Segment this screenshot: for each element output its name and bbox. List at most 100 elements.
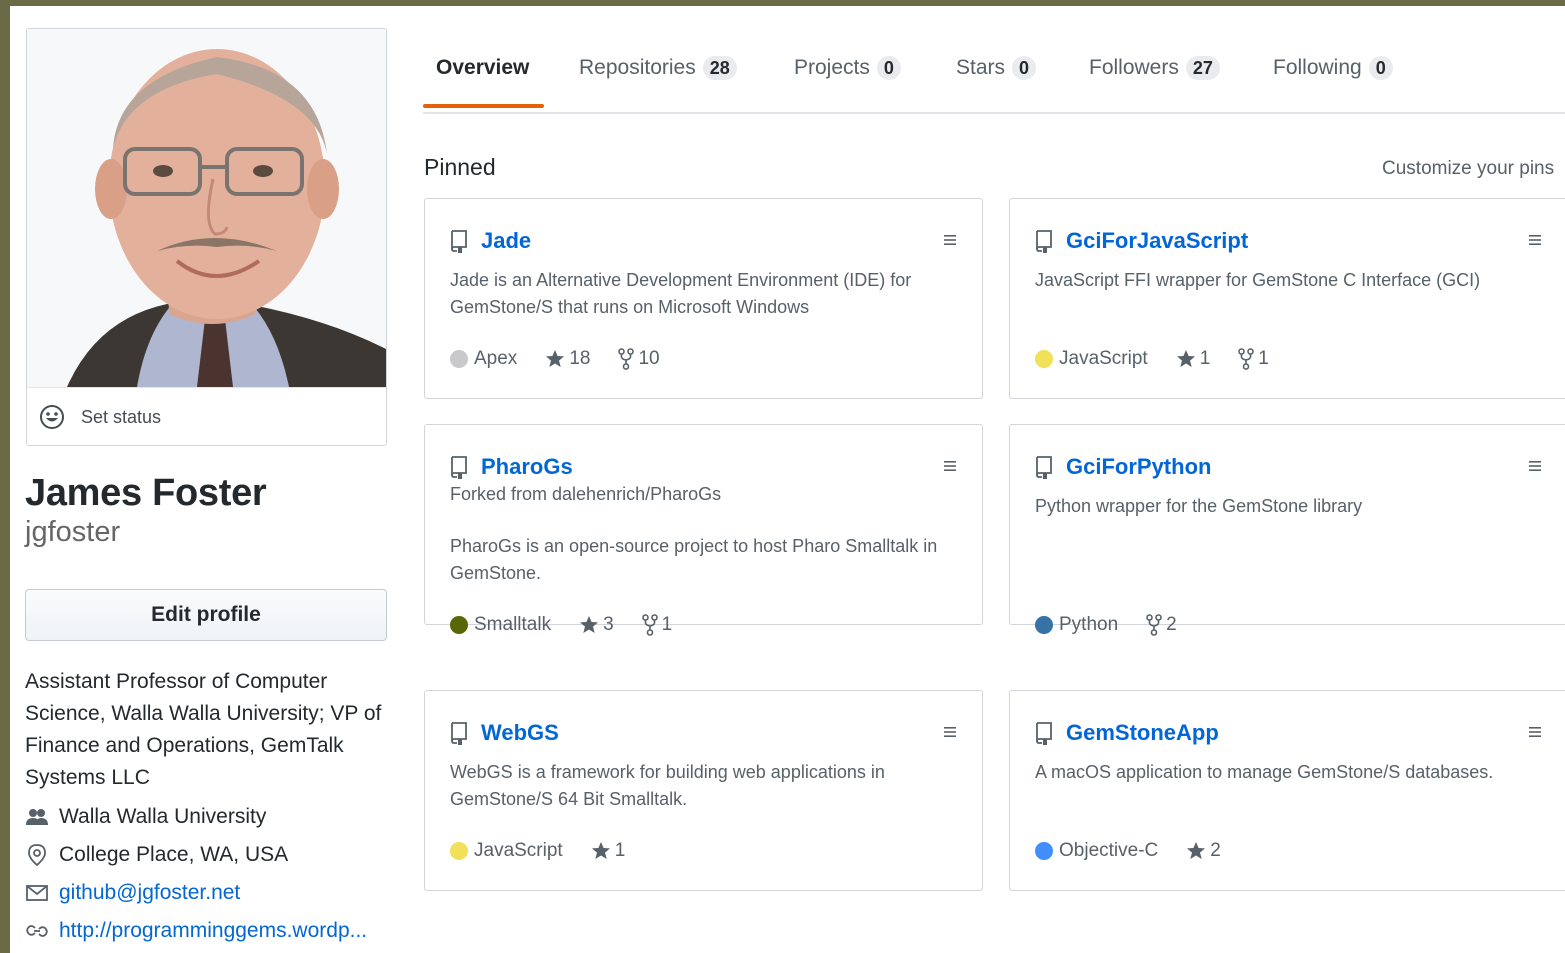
- repo-name-link[interactable]: PharoGs: [481, 454, 573, 480]
- fork-count: 1: [1258, 348, 1269, 369]
- star-icon: [591, 842, 610, 859]
- repo-name-link[interactable]: GciForPython: [1066, 454, 1211, 480]
- edit-profile-button[interactable]: Edit profile: [25, 589, 387, 641]
- repo-language: Apex: [474, 348, 518, 369]
- language-color-dot: [1035, 350, 1053, 368]
- fork-icon: [1238, 348, 1255, 370]
- location-pin-icon: [28, 844, 46, 867]
- tab-counter: 0: [1368, 56, 1393, 80]
- website-link[interactable]: http://programminggems.wordp...: [59, 919, 367, 943]
- repo-icon: [451, 456, 467, 479]
- location-row: College Place, WA, USA: [25, 836, 367, 874]
- pinned-repo-card: PharoGs Forked from dalehenrich/PharoGs …: [424, 424, 983, 636]
- drag-handle-icon[interactable]: [1527, 724, 1543, 740]
- email-link[interactable]: github@jgfoster.net: [59, 881, 240, 905]
- repo-description: JavaScript FFI wrapper for GemStone C In…: [1035, 270, 1481, 290]
- profile-full-name: James Foster: [25, 472, 267, 514]
- fork-count: 1: [661, 614, 673, 635]
- repo-name-link[interactable]: GemStoneApp: [1066, 720, 1219, 746]
- repo-name-link[interactable]: WebGS: [481, 720, 559, 746]
- tab-counter: 28: [702, 56, 737, 80]
- repo-language: Python: [1059, 614, 1119, 635]
- link-icon: [26, 925, 48, 937]
- email-row: github@jgfoster.net: [25, 874, 367, 912]
- repo-name-link[interactable]: Jade: [481, 228, 531, 254]
- pinned-heading: Pinned: [424, 154, 496, 180]
- pinned-repo-card: WebGS WebGS is a framework for building …: [424, 690, 983, 891]
- tab-projects[interactable]: Projects 0: [794, 56, 901, 80]
- repo-forks[interactable]: 1: [1238, 348, 1269, 370]
- language-color-dot: [450, 350, 468, 368]
- profile-details: Walla Walla University College Place, WA…: [25, 798, 367, 950]
- repo-meta: Objective-C 2: [1035, 840, 1249, 862]
- drag-handle-icon[interactable]: [942, 724, 958, 740]
- star-icon: [1187, 842, 1206, 859]
- language-color-dot: [450, 842, 468, 860]
- profile-bio: Assistant Professor of Computer Science,…: [25, 670, 382, 789]
- repo-forks[interactable]: 2: [1146, 614, 1177, 636]
- star-count: 3: [603, 614, 614, 635]
- star-count: 1: [1199, 348, 1211, 369]
- repo-stars[interactable]: 18: [545, 348, 590, 370]
- tab-counter: 27: [1185, 56, 1220, 80]
- repo-stars[interactable]: 1: [1176, 348, 1211, 370]
- people-icon: [26, 809, 48, 825]
- tab-followers[interactable]: Followers 27: [1089, 56, 1220, 80]
- repo-description: Python wrapper for the GemStone library: [1035, 496, 1363, 516]
- tab-label: Stars: [956, 56, 1006, 79]
- drag-handle-icon[interactable]: [942, 458, 958, 474]
- tab-label: Overview: [436, 56, 530, 79]
- smiley-icon: [40, 405, 64, 429]
- pinned-repo-card: GemStoneApp A macOS application to manag…: [1009, 690, 1565, 891]
- tab-label: Projects: [794, 56, 870, 79]
- avatar-card: Set status: [26, 28, 387, 446]
- tab-stars[interactable]: Stars 0: [956, 56, 1037, 80]
- forked-from-text: Forked from dalehenrich/PharoGs: [450, 484, 722, 504]
- tab-label: Followers: [1089, 56, 1179, 79]
- fork-icon: [641, 614, 658, 636]
- avatar[interactable]: [27, 29, 386, 387]
- set-status-button[interactable]: Set status: [27, 387, 386, 445]
- selected-tab-underline: [423, 104, 544, 108]
- repo-stars[interactable]: 1: [591, 840, 626, 862]
- tab-overview[interactable]: Overview: [436, 56, 529, 80]
- company-row: Walla Walla University: [25, 798, 367, 836]
- customize-pins-link[interactable]: Customize your pins: [1382, 158, 1554, 180]
- repo-language: JavaScript: [1059, 348, 1148, 369]
- fork-icon: [618, 348, 635, 370]
- location-text: College Place, WA, USA: [59, 843, 289, 866]
- repo-description: Jade is an Alternative Development Envir…: [450, 270, 912, 317]
- set-status-label: Set status: [81, 406, 162, 427]
- pinned-repo-card: GciForJavaScript JavaScript FFI wrapper …: [1009, 198, 1565, 399]
- star-count: 2: [1210, 840, 1221, 861]
- drag-handle-icon[interactable]: [942, 232, 958, 248]
- avatar-portrait: [27, 29, 386, 387]
- drag-handle-icon[interactable]: [1527, 458, 1543, 474]
- repo-description: PharoGs is an open-source project to hos…: [450, 536, 938, 583]
- repo-forks[interactable]: 10: [618, 348, 660, 370]
- star-count: 18: [569, 348, 591, 369]
- language-color-dot: [1035, 616, 1053, 634]
- star-icon: [1176, 350, 1195, 367]
- repo-stars[interactable]: 2: [1186, 840, 1221, 862]
- profile-username: jgfoster: [25, 516, 121, 548]
- language-color-dot: [450, 616, 468, 634]
- tab-repositories[interactable]: Repositories 28: [579, 56, 737, 80]
- repo-meta: Python 2: [1035, 614, 1205, 636]
- tab-label: Repositories: [579, 56, 696, 79]
- repo-icon: [1036, 456, 1052, 479]
- mail-icon: [26, 885, 48, 901]
- repo-meta: Smalltalk 3 1: [450, 614, 700, 636]
- repo-description: A macOS application to manage GemStone/S…: [1035, 762, 1494, 782]
- drag-handle-icon[interactable]: [1527, 232, 1543, 248]
- tab-following[interactable]: Following 0: [1273, 56, 1393, 80]
- repo-description: WebGS is a framework for building web ap…: [450, 762, 885, 809]
- repo-stars[interactable]: 3: [579, 614, 614, 636]
- profile-tabs: Overview Repositories 28 Projects 0 Star…: [423, 6, 1565, 114]
- repo-language: Smalltalk: [474, 614, 552, 635]
- repo-forks[interactable]: 1: [641, 614, 673, 636]
- repo-name-link[interactable]: GciForJavaScript: [1066, 228, 1248, 254]
- tab-label: Following: [1273, 56, 1362, 79]
- website-row: http://programminggems.wordp...: [25, 912, 367, 950]
- star-count: 1: [614, 840, 626, 861]
